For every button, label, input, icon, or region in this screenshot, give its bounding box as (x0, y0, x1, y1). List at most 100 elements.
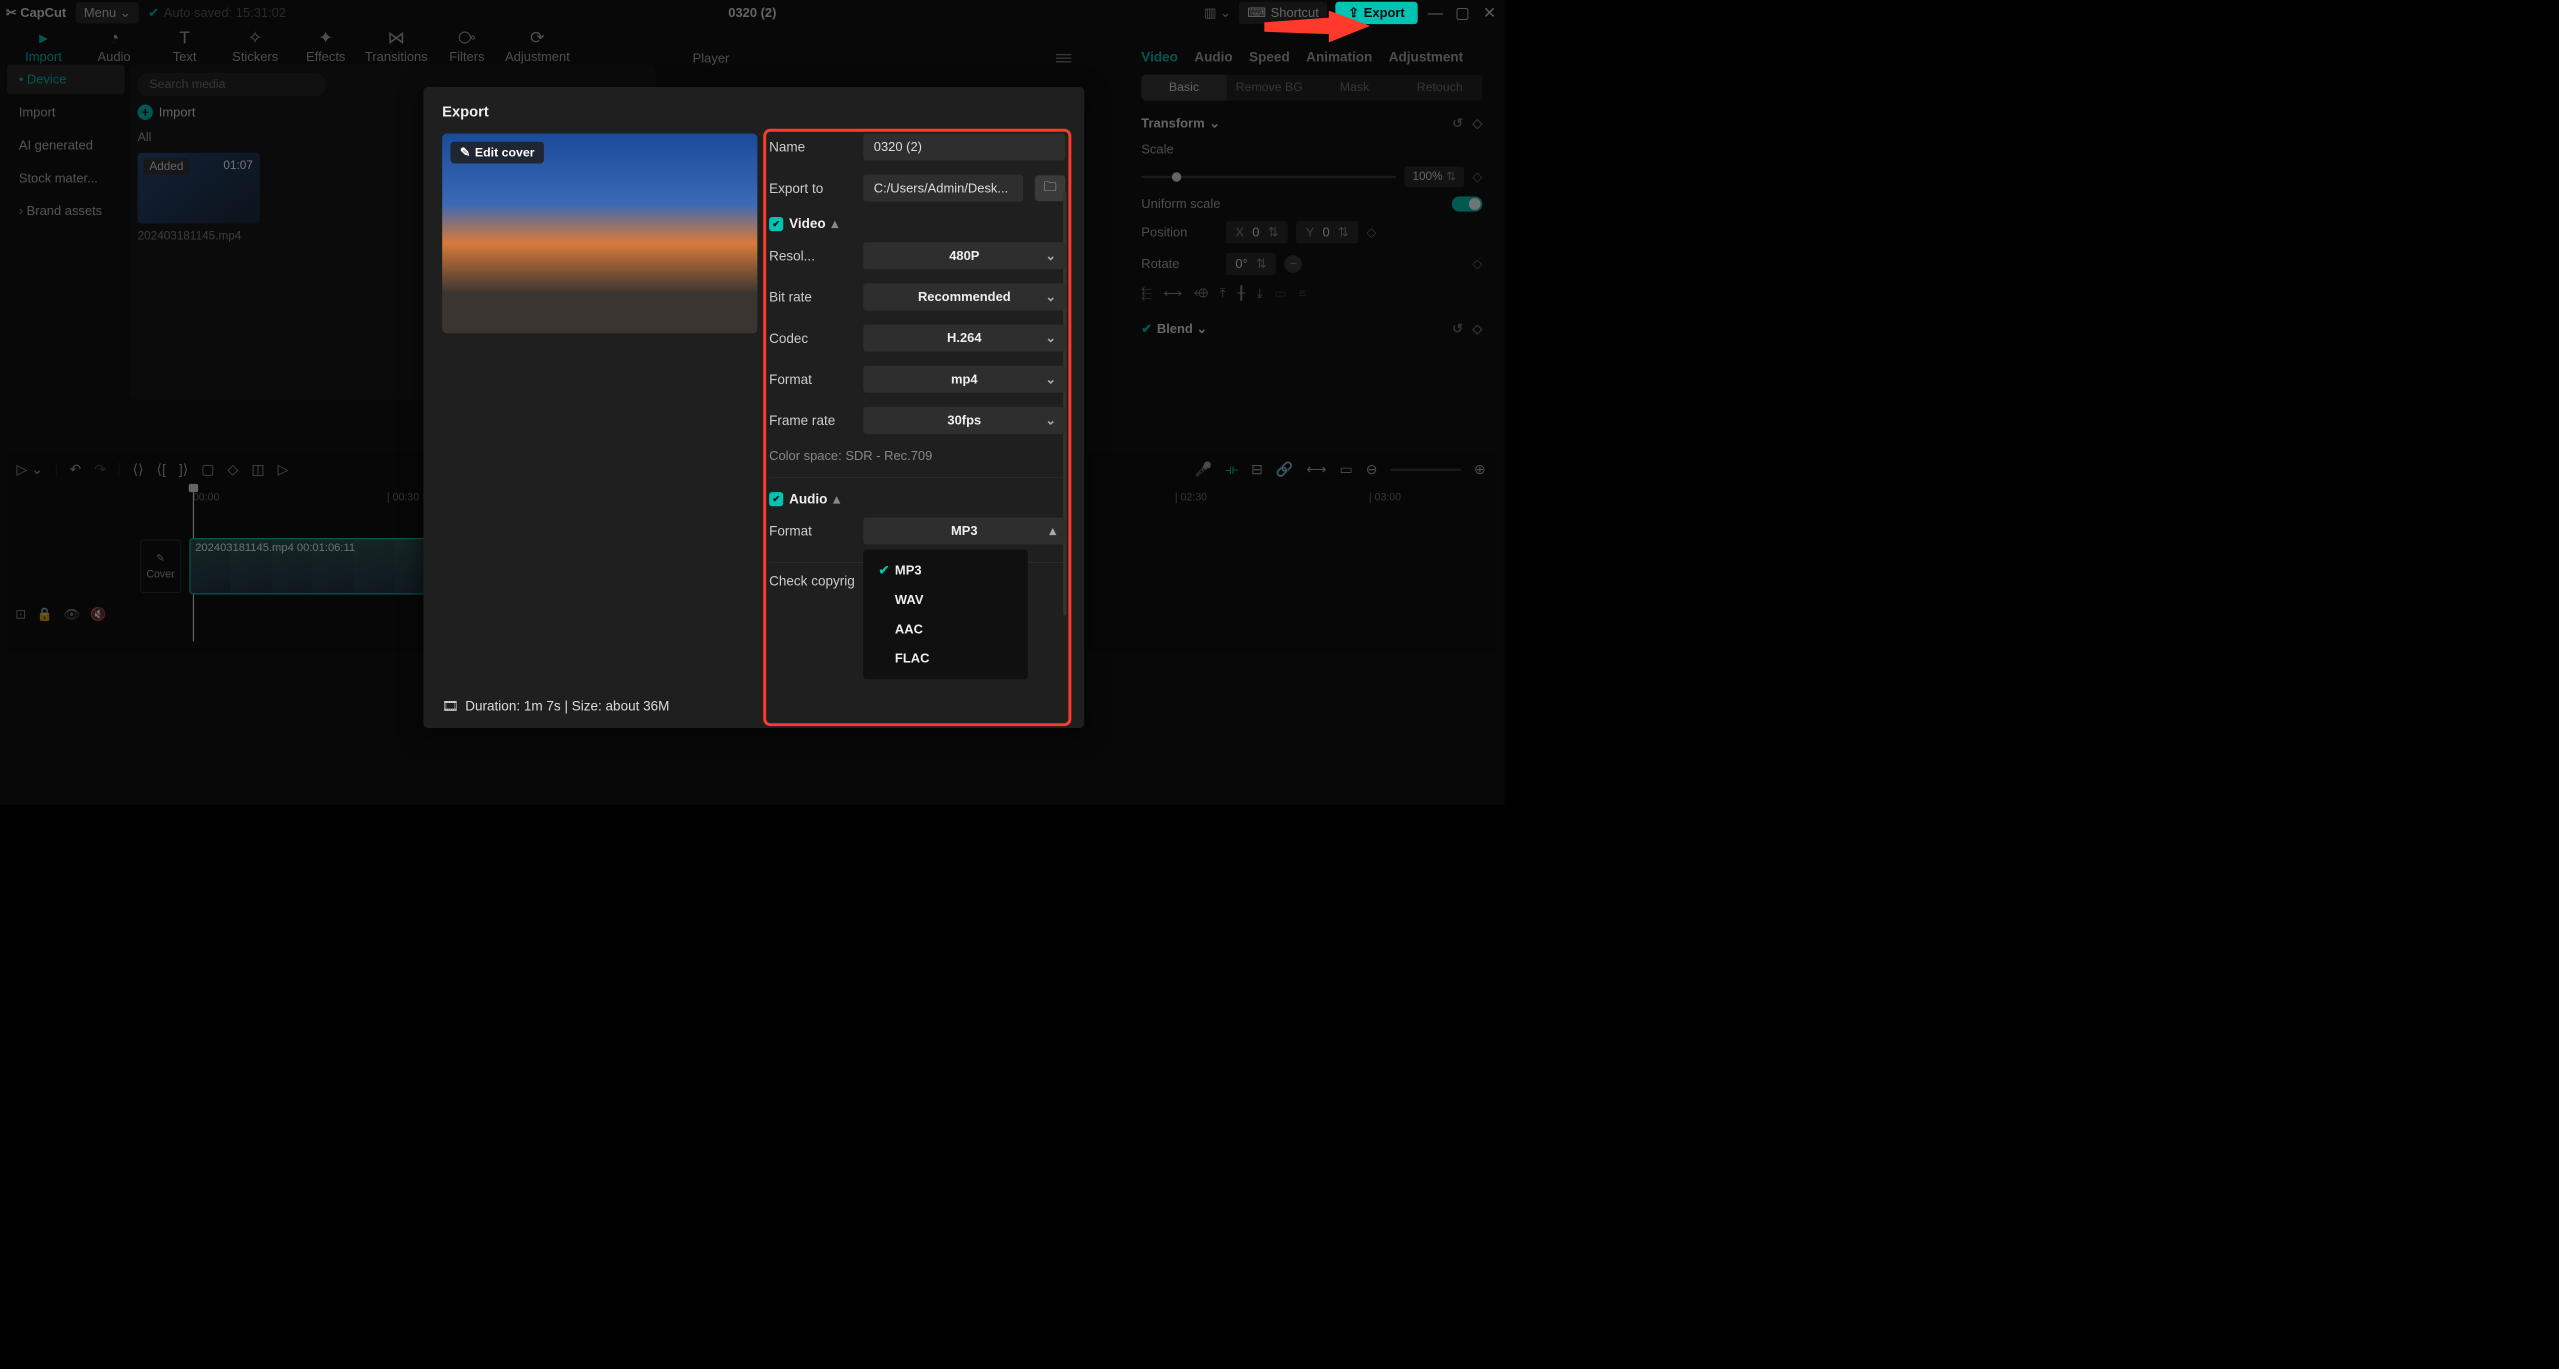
codec-dropdown[interactable]: H.264⌄ (863, 325, 1065, 352)
resolution-dropdown[interactable]: 480P⌄ (863, 242, 1065, 269)
align-bottom-icon[interactable]: ⤓ (1257, 286, 1263, 301)
tab-adjustment[interactable]: ⟳Adjustment (508, 29, 567, 64)
zoom-out-icon[interactable]: ⊖ (1366, 461, 1378, 478)
fps-dropdown[interactable]: 30fps⌄ (863, 407, 1065, 434)
search-input[interactable]: Search media (138, 73, 326, 97)
cover-button[interactable]: ✎ Cover (140, 540, 181, 593)
sidebar-item-ai[interactable]: AI generated (7, 131, 125, 160)
dd-option-wav[interactable]: WAV (863, 585, 1028, 614)
rotate-input[interactable]: 0°⇅ (1226, 253, 1276, 275)
rotate-dial[interactable]: − (1284, 255, 1302, 273)
cursor-tool-icon[interactable]: ▷ ⌄ (16, 461, 43, 478)
name-input[interactable]: 0320 (2) (863, 133, 1065, 160)
lock-icon[interactable]: 🔒 (37, 607, 53, 622)
video-clip[interactable]: 20240318​1145.mp4 00:01:06:11 (189, 538, 436, 594)
pos-x-input[interactable]: X0⇅ (1226, 221, 1288, 243)
transform-header[interactable]: Transform ⌄ ↺◇ (1141, 116, 1482, 131)
mirror-icon[interactable]: ◫ (251, 461, 264, 478)
audio-section-header[interactable]: ✔ Audio ▴ (769, 491, 1065, 507)
reset-icon[interactable]: ↺ (1452, 116, 1463, 131)
redo-icon[interactable]: ↷ (94, 461, 106, 478)
mute-icon[interactable]: 🔇 (90, 607, 106, 622)
sidebar-item-device[interactable]: •Device (7, 65, 125, 94)
insp-tab-adjustment[interactable]: Adjustment (1389, 49, 1463, 65)
keyframe-icon[interactable]: ◇ (1472, 169, 1482, 184)
vformat-dropdown[interactable]: mp4⌄ (863, 366, 1065, 393)
mic-icon[interactable]: 🎤 (1195, 461, 1213, 478)
collapse-icon[interactable]: ⊡ (15, 607, 26, 622)
zoom-slider[interactable] (1391, 468, 1462, 470)
insp-tab-video[interactable]: Video (1141, 49, 1178, 65)
edit-cover-button[interactable]: ✎ Edit cover (450, 142, 544, 164)
keyframe-icon[interactable]: ◇ (1472, 116, 1482, 131)
folder-icon: 🗀 (1044, 177, 1057, 199)
split-icon[interactable]: ⟨⟩ (133, 461, 144, 478)
tab-filters[interactable]: ⧂Filters (437, 29, 496, 64)
reset-icon[interactable]: ↺ (1452, 321, 1463, 336)
maximize-button[interactable]: ▢ (1453, 4, 1472, 22)
tab-stickers[interactable]: ✧Stickers (226, 29, 285, 64)
align-vcenter-icon[interactable]: ╂ (1237, 286, 1245, 301)
checkbox-icon[interactable]: ✔ (769, 217, 783, 231)
dd-option-aac[interactable]: AAC (863, 614, 1028, 643)
eye-icon[interactable]: 👁 (63, 607, 79, 622)
magnet-icon[interactable]: ⟛ (1225, 461, 1238, 477)
bitrate-dropdown[interactable]: Recommended⌄ (863, 283, 1065, 310)
scale-slider[interactable] (1141, 176, 1396, 178)
insp-tab-audio[interactable]: Audio (1194, 49, 1232, 65)
exportto-input[interactable]: C:/Users/Admin/Desk... (863, 175, 1023, 202)
link-icon[interactable]: 🔗 (1276, 461, 1294, 478)
minimize-button[interactable]: — (1426, 4, 1445, 22)
sidebar-item-brand[interactable]: ›Brand assets (7, 196, 125, 225)
subtab-removebg[interactable]: Remove BG (1227, 75, 1312, 101)
split-left-icon[interactable]: ⟨[ (157, 461, 166, 478)
subtab-basic[interactable]: Basic (1141, 75, 1226, 101)
zoom-in-icon[interactable]: ⊕ (1474, 461, 1486, 478)
aformat-dropdown[interactable]: MP3▴ (863, 517, 1065, 544)
scale-value[interactable]: 100%⇅ (1404, 166, 1464, 187)
browse-folder-button[interactable]: 🗀 (1035, 175, 1066, 201)
pos-y-input[interactable]: Y0⇅ (1296, 221, 1358, 243)
close-button[interactable]: ✕ (1480, 4, 1499, 22)
player-menu-icon[interactable] (1056, 54, 1071, 62)
crop-icon[interactable]: ◇ (228, 461, 239, 478)
tab-import[interactable]: ▸Import (14, 29, 73, 64)
align-top-icon[interactable]: ⤒ (1220, 286, 1226, 301)
play-icon[interactable]: ▷ (278, 461, 289, 478)
keyframe-icon[interactable]: ◇ (1472, 321, 1482, 336)
tab-transitions[interactable]: ⋈Transitions (367, 29, 426, 64)
split-right-icon[interactable]: ]⟩ (179, 461, 188, 478)
keyframe-icon[interactable]: ◇ (1472, 256, 1482, 271)
chevron-right-icon: › (19, 203, 23, 218)
align-hcenter-icon[interactable]: ⟷ (1164, 286, 1183, 301)
sidebar-item-import[interactable]: Import (7, 98, 125, 127)
stepper-icon[interactable]: ⇅ (1446, 169, 1456, 184)
tab-effects[interactable]: ✦Effects (296, 29, 355, 64)
delete-icon[interactable]: ▢ (201, 461, 214, 478)
dd-option-mp3[interactable]: ✔MP3 (863, 556, 1028, 585)
layout-icon[interactable]: ▥ ⌄ (1204, 5, 1231, 20)
undo-icon[interactable]: ↶ (70, 461, 82, 478)
insp-tab-animation[interactable]: Animation (1306, 49, 1372, 65)
insp-tab-speed[interactable]: Speed (1249, 49, 1290, 65)
dd-option-flac[interactable]: FLAC (863, 644, 1028, 673)
align-left-icon[interactable]: ⬱ (1141, 286, 1151, 301)
tab-audio[interactable]: ◔Audio (85, 29, 144, 64)
screen-icon[interactable]: ▭ (1340, 461, 1353, 478)
shortcut-button[interactable]: ⌨ Shortcut (1239, 2, 1327, 24)
subtab-retouch[interactable]: Retouch (1397, 75, 1482, 101)
keyframe-icon[interactable]: ◇ (1366, 225, 1376, 240)
blend-section[interactable]: ✔Blend ⌄ ↺◇ (1141, 321, 1482, 336)
align-right-icon[interactable]: ⬲ (1194, 286, 1208, 301)
subtab-mask[interactable]: Mask (1312, 75, 1397, 101)
sidebar-item-stock[interactable]: Stock mater... (7, 163, 125, 192)
preview-icon[interactable]: ⟷ (1306, 461, 1326, 478)
video-section-header[interactable]: ✔ Video ▴ (769, 216, 1065, 232)
tab-text[interactable]: TText (155, 29, 214, 64)
export-button[interactable]: ⇪ Export (1335, 2, 1417, 24)
uniform-toggle[interactable] (1452, 196, 1483, 211)
media-thumbnail[interactable]: Added 01:07 (138, 153, 260, 224)
menu-button[interactable]: Menu ⌄ (76, 2, 139, 23)
link-track-icon[interactable]: ⊟ (1251, 461, 1263, 478)
checkbox-icon[interactable]: ✔ (769, 492, 783, 506)
